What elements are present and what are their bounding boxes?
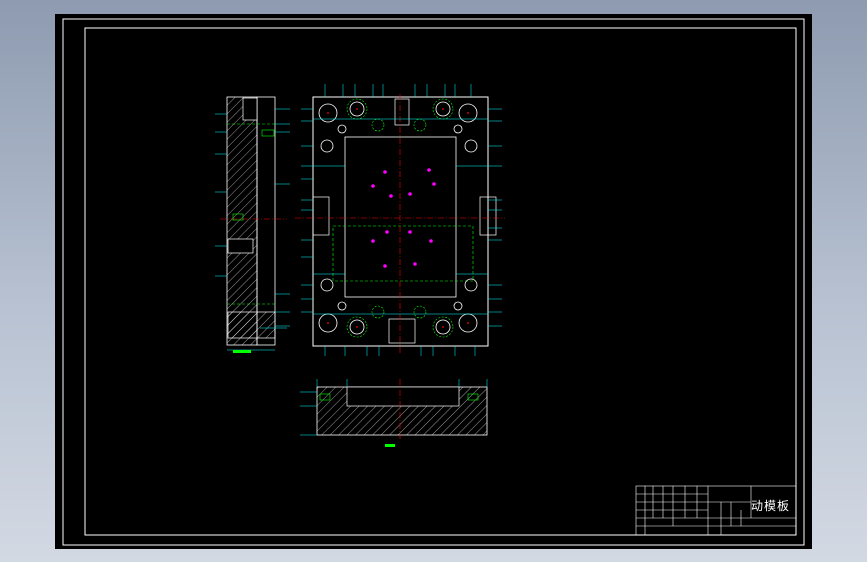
left-section-view (215, 96, 290, 353)
sheet-inner-border (84, 27, 797, 536)
cad-viewport[interactable]: 动模板 (55, 14, 812, 549)
mold-plate-drawing (62, 18, 805, 546)
main-plan-view (295, 84, 505, 356)
title-block-part-name: 动模板 (751, 499, 791, 513)
bottom-section-view (300, 379, 488, 447)
sheet-outer-border (62, 18, 805, 546)
